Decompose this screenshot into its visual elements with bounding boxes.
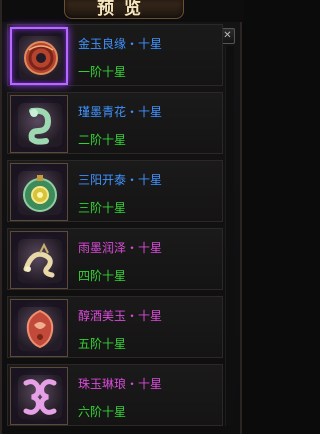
item-name: 三阳开泰・十星 [78, 173, 163, 187]
green-jade-dragon-icon [18, 103, 62, 147]
red-jade-carving-icon [18, 307, 62, 351]
list-item[interactable]: 三阳开泰・十星 三阶十星 [7, 160, 223, 222]
panel-header: 预览 [2, 0, 244, 22]
list-item[interactable]: 瑾墨青花・十星 二阶十星 [7, 92, 223, 154]
jade-list: 金玉良缘・十星 一阶十星 瑾墨青花・十星 二阶十星 三阳开泰・十星 三阶十星 雨… [7, 24, 223, 432]
preview-panel: 预览 ✕ 金玉良缘・十星 一阶十星 瑾墨青花・十星 二阶十星 三阳开泰・十星 三… [0, 0, 244, 434]
item-name: 瑾墨青花・十星 [78, 105, 163, 119]
item-rank: 一阶十星 [78, 65, 127, 79]
list-item[interactable]: 醇酒美玉・十星 五阶十星 [7, 296, 223, 358]
list-item[interactable]: 珠玉琳琅・十星 六阶十星 [7, 364, 223, 426]
item-icon-frame [10, 27, 68, 85]
item-name: 珠玉琳琅・十星 [78, 377, 163, 391]
item-name: 醇酒美玉・十星 [78, 309, 163, 323]
list-item[interactable]: 雨墨润泽・十星 四阶十星 [7, 228, 223, 290]
item-icon-frame [10, 367, 68, 425]
item-icon-frame [10, 163, 68, 221]
item-rank: 四阶十星 [78, 269, 127, 283]
item-icon-frame [10, 299, 68, 357]
item-name: 雨墨润泽・十星 [78, 241, 163, 255]
gold-jade-dragon-icon [18, 239, 62, 283]
item-rank: 二阶十星 [78, 133, 127, 147]
red-jade-coin-icon [19, 36, 63, 80]
item-icon-frame [10, 95, 68, 153]
green-jade-disk-icon [18, 171, 62, 215]
item-rank: 三阶十星 [78, 201, 127, 215]
scrollbar[interactable] [225, 46, 234, 426]
item-rank: 六阶十星 [78, 405, 127, 419]
item-name: 金玉良缘・十星 [78, 37, 163, 51]
pink-jade-dragon-icon [18, 375, 62, 419]
item-icon-frame [10, 231, 68, 289]
panel-title: 预览 [97, 0, 151, 19]
item-rank: 五阶十星 [78, 337, 127, 351]
title-tab: 预览 [64, 0, 184, 19]
list-item[interactable]: 金玉良缘・十星 一阶十星 [7, 24, 223, 86]
